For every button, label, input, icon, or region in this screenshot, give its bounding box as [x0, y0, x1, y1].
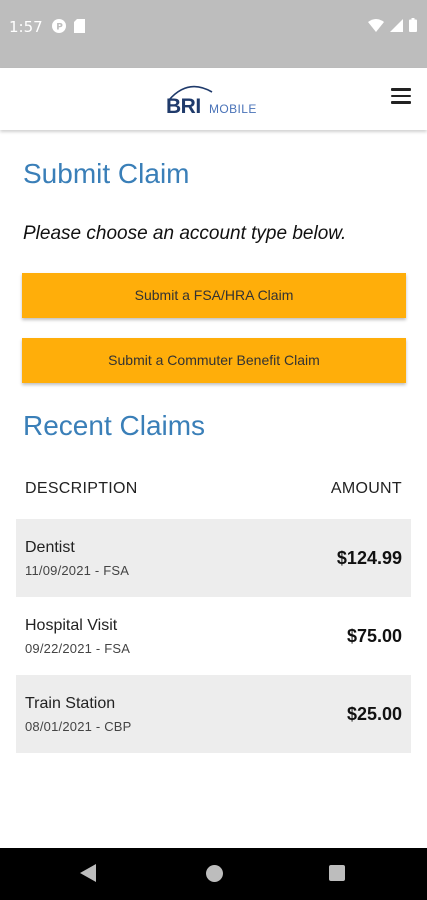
claim-description: Train Station — [25, 695, 116, 712]
svg-text:P: P — [56, 23, 63, 33]
account-type-instructions: Please choose an account type below. — [23, 223, 347, 244]
claims-table-header: DESCRIPTION AMOUNT — [16, 480, 411, 502]
battery-icon — [409, 18, 417, 37]
recents-icon[interactable] — [329, 865, 345, 881]
recent-claims-list: Dentist 11/09/2021 - FSA $124.99 Hospita… — [16, 519, 411, 753]
claim-amount: $124.99 — [336, 548, 402, 568]
status-time: 1:57 — [9, 18, 43, 36]
description-column-header: DESCRIPTION — [25, 480, 138, 497]
submit-claim-title: Submit Claim — [23, 158, 190, 189]
status-bar: 1:57 P — [0, 0, 427, 68]
claim-date-account: 11/09/2021 - FSA — [25, 563, 130, 578]
wifi-icon — [368, 18, 384, 37]
logo-text: BRI — [166, 95, 201, 118]
cell-signal-icon — [390, 18, 403, 37]
claim-date-account: 08/01/2021 - CBP — [25, 719, 132, 734]
system-navigation-bar — [0, 848, 427, 900]
logo-subtext: MOBILE — [209, 102, 257, 116]
back-icon[interactable] — [80, 864, 96, 887]
claim-date-account: 09/22/2021 - FSA — [25, 641, 131, 656]
claim-description: Hospital Visit — [25, 617, 118, 634]
status-icons-left: P — [52, 19, 85, 38]
claim-row[interactable]: Hospital Visit 09/22/2021 - FSA $75.00 — [16, 597, 411, 675]
sd-card-icon — [74, 19, 85, 38]
claim-row[interactable]: Dentist 11/09/2021 - FSA $124.99 — [16, 519, 411, 597]
claim-description: Dentist — [25, 539, 75, 556]
submit-commuter-benefit-claim-button[interactable]: Submit a Commuter Benefit Claim — [22, 338, 406, 383]
app-notification-icon: P — [52, 19, 66, 38]
submit-fsa-hra-claim-button[interactable]: Submit a FSA/HRA Claim — [22, 273, 406, 318]
app-header: BRI MOBILE — [0, 68, 427, 130]
status-icons-right — [368, 18, 417, 37]
recent-claims-title: Recent Claims — [23, 410, 206, 441]
claim-amount: $25.00 — [346, 704, 402, 724]
claim-row[interactable]: Train Station 08/01/2021 - CBP $25.00 — [16, 675, 411, 753]
home-icon[interactable] — [206, 865, 223, 882]
bri-mobile-logo: BRI MOBILE — [166, 80, 266, 120]
amount-column-header: AMOUNT — [330, 480, 402, 497]
claim-amount: $75.00 — [346, 626, 402, 646]
hamburger-menu-icon[interactable] — [391, 88, 413, 108]
